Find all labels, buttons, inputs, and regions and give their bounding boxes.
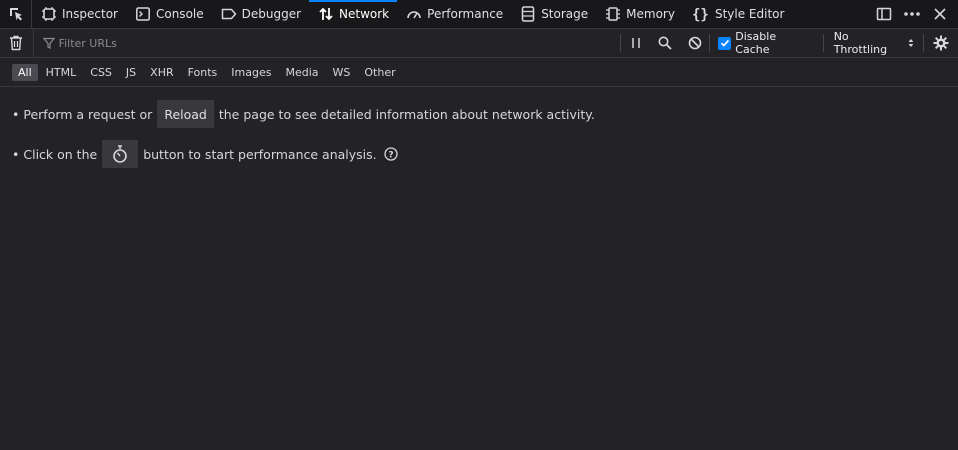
tab-label: Console bbox=[155, 7, 204, 21]
perf-prefix-text: Click on the bbox=[23, 146, 98, 162]
tab-inspector[interactable]: Inspector bbox=[32, 0, 126, 28]
type-filter-html[interactable]: HTML bbox=[40, 64, 83, 81]
devtools-toolbox: Inspector Console Debugger Network Perfo… bbox=[0, 0, 958, 29]
tab-console[interactable]: Console bbox=[126, 0, 212, 28]
performance-icon bbox=[406, 6, 422, 22]
tab-label: Performance bbox=[427, 7, 504, 21]
type-filter-images[interactable]: Images bbox=[225, 64, 277, 81]
tab-network[interactable]: Network bbox=[309, 0, 398, 28]
block-icon bbox=[688, 36, 701, 50]
bullet: • bbox=[12, 106, 20, 122]
svg-text:{}: {} bbox=[692, 7, 709, 22]
inspector-icon bbox=[41, 6, 57, 22]
checkmark-icon bbox=[720, 39, 729, 47]
clear-button[interactable] bbox=[0, 29, 34, 57]
filter-box bbox=[34, 36, 620, 50]
type-filter-css[interactable]: CSS bbox=[84, 64, 118, 81]
reload-prefix-text: Perform a request or bbox=[23, 106, 153, 122]
block-requests-button[interactable] bbox=[680, 29, 710, 57]
debugger-icon bbox=[221, 6, 237, 22]
close-icon bbox=[934, 8, 946, 20]
select-arrows-icon bbox=[908, 39, 913, 47]
tab-label: Style Editor bbox=[714, 7, 785, 21]
trash-icon bbox=[10, 35, 23, 51]
network-icon bbox=[318, 6, 334, 22]
performance-notice: • Click on the button to start performan… bbox=[12, 138, 595, 170]
pause-button[interactable] bbox=[621, 29, 651, 57]
search-button[interactable] bbox=[650, 29, 680, 57]
settings-button[interactable] bbox=[924, 29, 958, 57]
tab-label: Memory bbox=[626, 7, 675, 21]
tab-debugger[interactable]: Debugger bbox=[212, 0, 309, 28]
console-icon bbox=[135, 6, 151, 22]
throttling-select[interactable]: No Throttling bbox=[824, 30, 924, 56]
tab-label: Storage bbox=[541, 7, 589, 21]
tab-label: Network bbox=[339, 7, 390, 21]
type-filter-ws[interactable]: WS bbox=[327, 64, 357, 81]
more-options-button[interactable] bbox=[898, 0, 926, 28]
network-toolbar: Disable Cache No Throttling bbox=[0, 29, 958, 58]
stopwatch-icon bbox=[113, 145, 128, 163]
bullet: • bbox=[12, 146, 20, 162]
dock-side-button[interactable] bbox=[870, 0, 898, 28]
disable-cache-checkbox[interactable] bbox=[718, 36, 732, 50]
disable-cache-toggle[interactable]: Disable Cache bbox=[710, 30, 822, 56]
empty-notice: • Perform a request or Reload the page t… bbox=[12, 98, 595, 170]
throttling-label: No Throttling bbox=[833, 30, 888, 56]
help-icon[interactable]: ? bbox=[383, 147, 398, 161]
reload-suffix-text: the page to see detailed information abo… bbox=[218, 106, 595, 122]
request-type-filters: All HTML CSS JS XHR Fonts Images Media W… bbox=[0, 58, 958, 87]
type-filter-fonts[interactable]: Fonts bbox=[182, 64, 224, 81]
filter-icon bbox=[42, 37, 55, 49]
tab-label: Inspector bbox=[62, 7, 118, 21]
storage-icon bbox=[520, 6, 536, 22]
type-filter-js[interactable]: JS bbox=[120, 64, 142, 81]
tab-memory[interactable]: Memory bbox=[596, 0, 683, 28]
more-icon bbox=[904, 12, 920, 16]
tab-performance[interactable]: Performance bbox=[397, 0, 511, 28]
type-filter-all[interactable]: All bbox=[12, 63, 38, 81]
pause-icon bbox=[631, 38, 640, 48]
svg-text:?: ? bbox=[388, 150, 393, 160]
search-icon bbox=[658, 36, 672, 50]
disable-cache-label: Disable Cache bbox=[735, 30, 777, 56]
element-picker-icon bbox=[9, 8, 22, 21]
reload-button[interactable]: Reload bbox=[157, 100, 214, 128]
start-performance-analysis-button[interactable] bbox=[102, 140, 139, 168]
reload-notice: • Perform a request or Reload the page t… bbox=[12, 98, 595, 130]
style-editor-icon: {} bbox=[692, 6, 710, 22]
gear-icon bbox=[933, 35, 949, 51]
memory-icon bbox=[605, 6, 621, 22]
type-filter-xhr[interactable]: XHR bbox=[144, 64, 179, 81]
dock-icon bbox=[876, 7, 892, 21]
tab-style-editor[interactable]: {} Style Editor bbox=[683, 0, 792, 28]
close-toolbox-button[interactable] bbox=[926, 0, 954, 28]
type-filter-media[interactable]: Media bbox=[279, 64, 324, 81]
element-picker-button[interactable] bbox=[0, 0, 32, 28]
type-filter-other[interactable]: Other bbox=[358, 64, 401, 81]
tab-label: Debugger bbox=[241, 7, 302, 21]
filter-urls-input[interactable] bbox=[58, 36, 599, 50]
perf-suffix-text: button to start performance analysis. bbox=[143, 146, 377, 162]
tab-storage[interactable]: Storage bbox=[511, 0, 596, 28]
